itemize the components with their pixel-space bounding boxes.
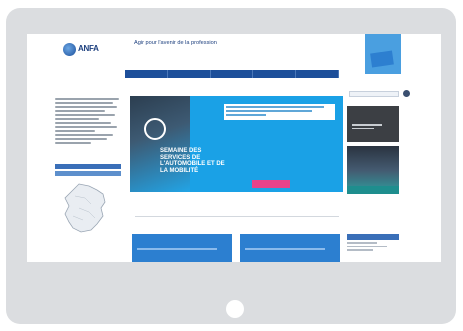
- side-box-body: [347, 242, 399, 253]
- hero-photo: [130, 96, 190, 192]
- hero-banner[interactable]: SEMAINE DES SERVICES DE L'AUTOMOBILE ET …: [130, 96, 343, 192]
- side-box-header[interactable]: [347, 234, 399, 240]
- site-logo[interactable]: ANFA: [78, 44, 99, 53]
- side-photo-caption-bar: [347, 186, 399, 194]
- search-input[interactable]: [349, 91, 399, 97]
- home-button[interactable]: [226, 300, 244, 318]
- hero-cta-button[interactable]: [252, 180, 290, 188]
- site-tagline: Agir pour l'avenir de la profession: [134, 40, 217, 46]
- quick-link-1[interactable]: [55, 164, 121, 169]
- hero-text-box: [224, 104, 335, 120]
- news-card-2[interactable]: [240, 234, 340, 262]
- news-card-text: [137, 248, 217, 250]
- nav-item-1[interactable]: [125, 70, 168, 78]
- hero-title: SEMAINE DES SERVICES DE L'AUTOMOBILE ET …: [160, 148, 225, 174]
- main-nav: [125, 70, 339, 78]
- webpage-screen: ANFA Agir pour l'avenir de la profession: [27, 34, 441, 262]
- left-quick-links: [55, 164, 121, 178]
- nav-item-5[interactable]: [296, 70, 339, 78]
- refresh-icon: [144, 118, 166, 140]
- nav-item-2[interactable]: [168, 70, 211, 78]
- nav-item-3[interactable]: [211, 70, 254, 78]
- section-divider: [135, 216, 339, 217]
- news-card-1[interactable]: [132, 234, 232, 262]
- logo-icon[interactable]: [63, 43, 76, 56]
- france-map-icon[interactable]: [61, 182, 109, 234]
- search-icon[interactable]: [403, 90, 410, 97]
- quick-link-2[interactable]: [55, 171, 121, 176]
- news-card-text: [245, 248, 325, 250]
- left-intro-text: [55, 98, 121, 146]
- side-promo-text: [352, 124, 386, 131]
- nav-item-4[interactable]: [253, 70, 297, 78]
